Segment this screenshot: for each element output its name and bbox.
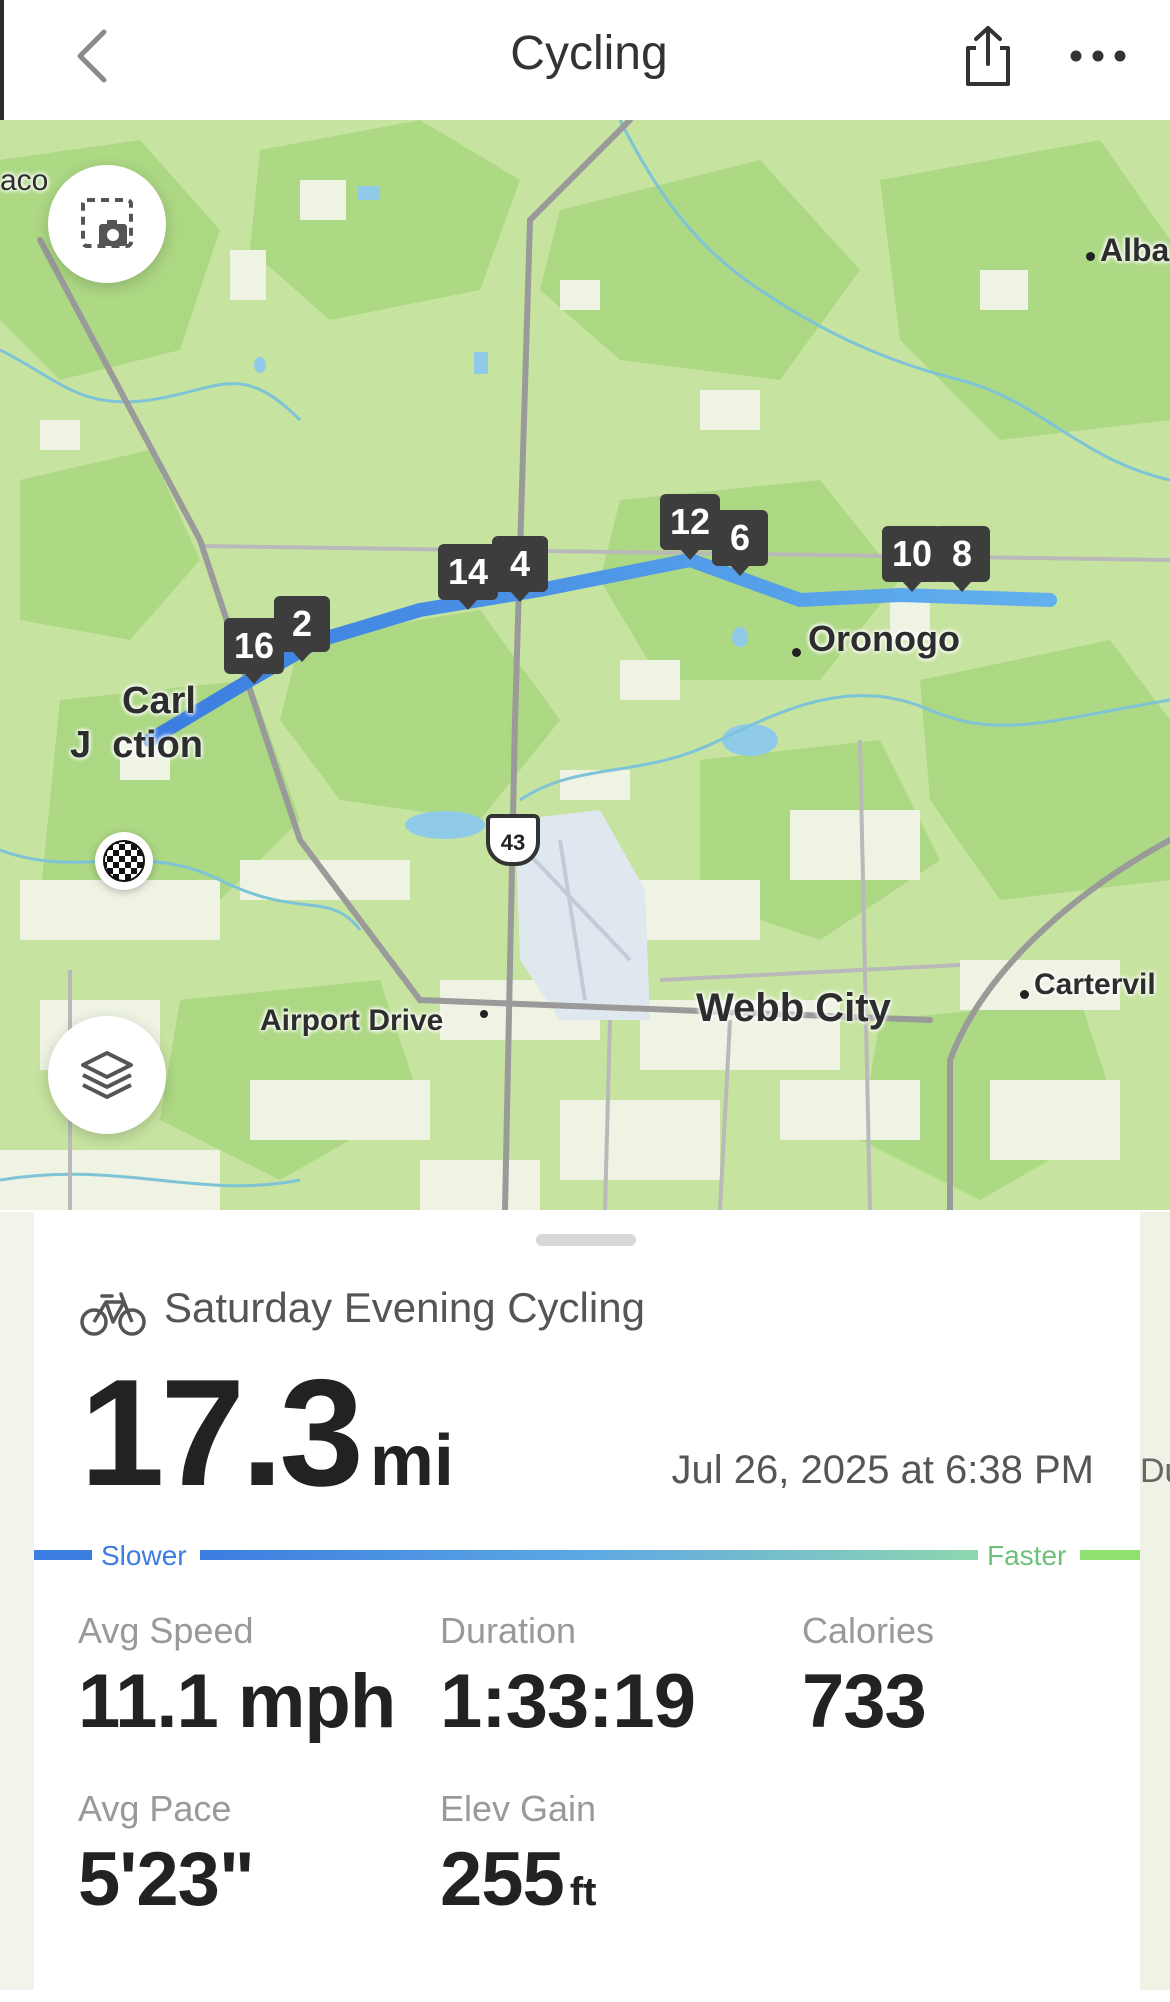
stat-value: 5'23"	[78, 1837, 255, 1922]
speed-legend-faster: Faster	[987, 1540, 1067, 1571]
stat-unit: ft	[569, 1870, 597, 1914]
checkered-flag-icon	[103, 840, 145, 882]
stat-label: Avg Speed	[78, 1610, 254, 1651]
stat-elev-gain: Elev Gain 255 ft	[440, 1788, 596, 1923]
stat-value: 11.1 mph	[78, 1659, 396, 1744]
sheet-drag-handle[interactable]	[536, 1234, 636, 1246]
place-label-webb-city: Webb City	[696, 986, 891, 1030]
sheet-left-backdrop	[0, 1212, 34, 1990]
place-label-airport-drive: Airport Drive	[260, 1004, 444, 1037]
place-dot-airport	[480, 1010, 488, 1018]
stat-value-row: 255 ft	[440, 1836, 596, 1923]
stat-value: 255	[440, 1837, 565, 1922]
activity-name: Saturday Evening Cycling	[164, 1284, 645, 1331]
camera-icon	[81, 198, 133, 248]
place-dot-oronogo	[792, 648, 801, 657]
more-icon[interactable]	[1066, 36, 1130, 76]
map-layers-button[interactable]	[48, 1016, 166, 1134]
route-shield-43: 43	[486, 814, 540, 866]
place-label-carterville: Cartervil	[1034, 968, 1156, 1001]
route-finish-marker[interactable]	[95, 832, 153, 890]
workout-summary-sheet: Saturday Evening Cycling 17.3 mi Jul 26, …	[34, 1212, 1140, 2002]
mile-marker-8[interactable]: 8	[934, 526, 990, 592]
stat-label: Calories	[802, 1610, 935, 1651]
map-background	[0, 120, 1170, 1210]
share-icon[interactable]	[958, 24, 1018, 88]
stat-calories: Calories 733	[802, 1610, 934, 1745]
map-snapshot-button[interactable]	[48, 165, 166, 283]
distance-value: 17.3	[80, 1348, 364, 1518]
stat-label: Duration	[440, 1610, 577, 1651]
stat-value: 733	[802, 1659, 927, 1744]
layers-icon	[81, 1051, 133, 1099]
edge-map-label: Du	[1140, 1452, 1170, 1490]
place-label-oronogo: Oronogo	[808, 618, 960, 659]
mile-marker-2[interactable]: 2	[274, 596, 330, 662]
stat-label: Elev Gain	[440, 1788, 597, 1829]
activity-date: Jul 26, 2025 at 6:38 PM	[671, 1448, 1095, 1492]
stat-avg-pace: Avg Pace 5'23"	[78, 1788, 255, 1923]
bicycle-icon	[80, 1292, 146, 1336]
mile-marker-14[interactable]: 14	[438, 544, 499, 610]
place-dot-carterville	[1020, 990, 1029, 999]
sheet-right-backdrop: Du	[1140, 1212, 1170, 1990]
top-nav-bar: Cycling	[0, 0, 1170, 120]
stat-duration: Duration 1:33:19	[440, 1610, 696, 1745]
place-label-carl: Carl	[122, 680, 196, 722]
stat-value: 1:33:19	[440, 1659, 696, 1744]
mile-marker-6[interactable]: 6	[712, 510, 768, 576]
place-dot-alba	[1086, 252, 1095, 261]
speed-legend-slower: Slower	[101, 1540, 187, 1571]
mile-marker-4[interactable]: 4	[492, 536, 548, 602]
speed-gradient-bar	[200, 1550, 978, 1560]
speed-legend: Slower Faster	[34, 1540, 1140, 1571]
distance-unit: mi	[369, 1421, 454, 1501]
stat-avg-speed: Avg Speed 11.1 mph	[78, 1610, 396, 1745]
place-label-junction: J ction	[70, 724, 204, 766]
place-label-waco: aco	[0, 164, 49, 197]
speed-legend-right-segment	[1080, 1550, 1140, 1560]
route-map[interactable]: aco Alba Oronogo Carl J ction Airport Dr…	[0, 120, 1170, 1210]
place-label-alba: Alba	[1100, 232, 1170, 268]
speed-legend-left-segment	[34, 1550, 92, 1560]
stat-label: Avg Pace	[78, 1788, 232, 1829]
distance-readout: 17.3 mi	[80, 1357, 454, 1509]
